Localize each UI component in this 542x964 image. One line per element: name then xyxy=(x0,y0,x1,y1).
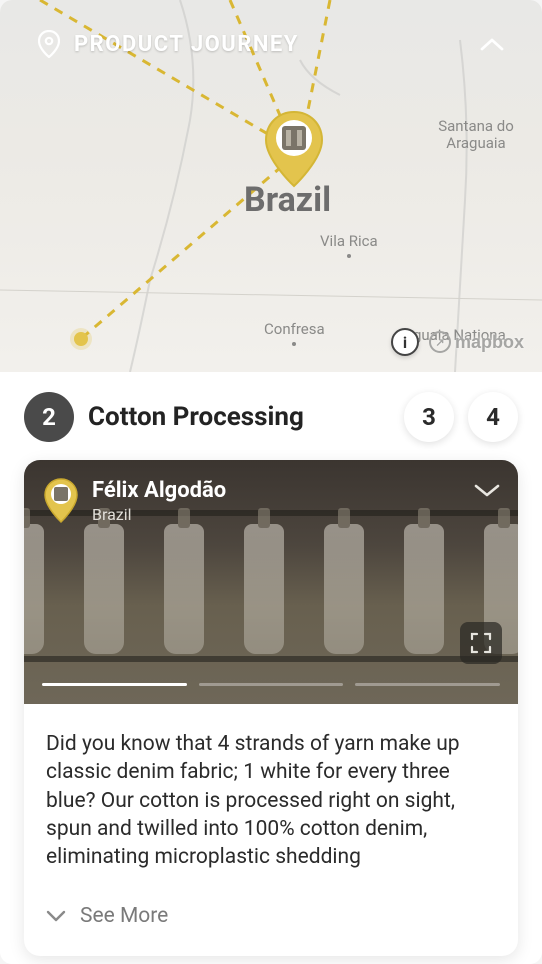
fullscreen-icon xyxy=(470,632,492,654)
product-journey-panel: Brazil Santana do Araguaia Vila Rica Con… xyxy=(0,0,542,964)
map-city-confresa: Confresa xyxy=(264,320,325,346)
map-info-button[interactable]: i xyxy=(391,328,419,356)
map-city-vila: Vila Rica xyxy=(320,232,378,258)
mapbox-attribution[interactable]: ↗ mapbox xyxy=(429,331,524,353)
step-2-badge[interactable]: 2 xyxy=(24,392,74,442)
supplier-card: Félix Algodão Brazil Did you xyxy=(24,460,518,956)
chevron-down-icon xyxy=(46,910,66,922)
route-waypoint-dot xyxy=(74,332,88,346)
supplier-name: Félix Algodão xyxy=(92,478,226,503)
location-pin-icon xyxy=(38,30,60,58)
supplier-pin-icon xyxy=(42,478,80,524)
see-more-label: See More xyxy=(80,904,168,928)
step-title: Cotton Processing xyxy=(88,402,390,432)
step-navigation: 2 Cotton Processing 3 4 xyxy=(0,372,542,460)
supplier-description: Did you know that 4 strands of yarn make… xyxy=(46,730,496,872)
fullscreen-button[interactable] xyxy=(460,622,502,664)
supplier-media[interactable]: Félix Algodão Brazil xyxy=(24,460,518,704)
map-city-santana: Santana do Araguaia xyxy=(410,118,542,151)
progress-segment-1 xyxy=(42,683,187,686)
card-expand-chevron-icon[interactable] xyxy=(474,484,500,498)
mapbox-logo-icon: ↗ xyxy=(429,331,451,353)
map-primary-pin[interactable] xyxy=(260,110,328,190)
progress-segment-2 xyxy=(199,683,344,686)
map-country-label: Brazil xyxy=(244,180,331,220)
progress-segment-3 xyxy=(355,683,500,686)
rack-bar xyxy=(24,656,518,662)
journey-title: PRODUCT JOURNEY xyxy=(74,32,299,57)
journey-map[interactable]: Brazil Santana do Araguaia Vila Rica Con… xyxy=(0,0,542,372)
supplier-card-body: Did you know that 4 strands of yarn make… xyxy=(24,704,518,956)
supplier-country: Brazil xyxy=(92,505,226,524)
media-progress[interactable] xyxy=(42,683,500,686)
see-more-button[interactable]: See More xyxy=(46,904,496,928)
mapbox-text: mapbox xyxy=(455,332,524,353)
journey-header: PRODUCT JOURNEY xyxy=(38,30,504,58)
collapse-chevron-icon[interactable] xyxy=(480,37,504,51)
step-4-badge[interactable]: 4 xyxy=(468,392,518,442)
factory-bottles xyxy=(24,524,518,654)
step-3-badge[interactable]: 3 xyxy=(404,392,454,442)
